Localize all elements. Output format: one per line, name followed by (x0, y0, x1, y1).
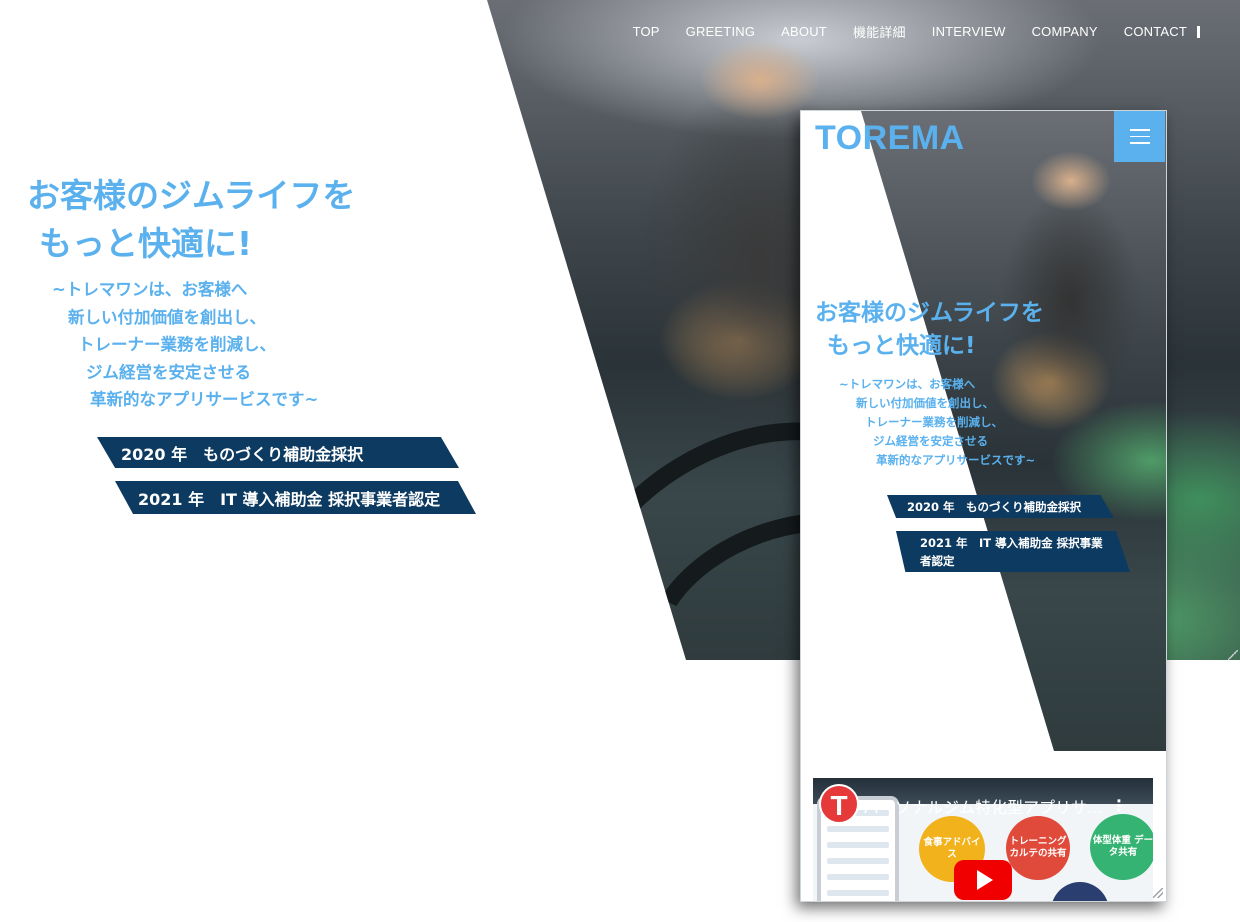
nav-about[interactable]: ABOUT (781, 24, 827, 39)
resize-handle-icon[interactable] (1153, 888, 1163, 898)
nav-greeting[interactable]: GREETING (686, 24, 756, 39)
nav-contact[interactable]: CONTACT (1124, 24, 1187, 39)
mobile-award-badge-2020: 2020 年 ものづくり補助金採択 (887, 495, 1114, 518)
mobile-title-line1: お客様のジムライフを (815, 300, 1044, 326)
channel-logo[interactable]: T (819, 784, 859, 824)
hero-sub-line: 革新的なアプリサービスです~ (90, 390, 319, 409)
hero-title: お客様のジムライフを もっと快適に! (27, 172, 355, 268)
feature-circle-training: トレーニング カルテの共有 (1006, 816, 1070, 880)
hamburger-icon (1129, 142, 1150, 144)
hero-subtitle: ~トレマワンは、お客様へ 新しい付加価値を創出し、 トレーナー業務を削減し、 ジ… (52, 276, 318, 414)
top-navigation: TOP GREETING ABOUT 機能詳細 INTERVIEW COMPAN… (633, 22, 1200, 41)
feature-circle-extra (1051, 882, 1109, 901)
mobile-hero-subtitle: ~トレマワンは、お客様へ 新しい付加価値を創出し、 トレーナー業務を削減し、 ジ… (839, 375, 1035, 470)
nav-divider (1197, 25, 1200, 38)
feature-circle-body-data: 体型体重 データ共有 (1090, 814, 1153, 880)
nav-features[interactable]: 機能詳細 (853, 22, 906, 41)
mobile-sub-line: 新しい付加価値を創出し、 (856, 396, 994, 410)
hero-sub-line: ジム経営を安定させる (86, 362, 251, 382)
hamburger-icon (1129, 135, 1150, 138)
mobile-preview-frame: TOREMA お客様のジムライフを もっと快適に! ~トレマワンは、お客様へ 新… (800, 110, 1167, 902)
hero-sub-line: 新しい付加価値を創出し、 (68, 307, 266, 327)
mobile-title-line2: もっと快適に! (827, 333, 976, 359)
award-badge-2021: 2021 年 IT 導入補助金 採択事業者認定 (115, 481, 476, 514)
hamburger-icon (1129, 129, 1150, 131)
resize-handle-icon[interactable] (1228, 650, 1238, 660)
nav-top[interactable]: TOP (633, 24, 660, 39)
mobile-award-badge-2021: 2021 年 IT 導入補助金 採択事業者認定 (896, 531, 1130, 572)
youtube-video-embed[interactable]: T パーソナルジム特化型アプリサ... ⋮ 食事アドバイス トレーニング カルテ… (813, 778, 1153, 901)
hero-title-line1: お客様のジムライフを (27, 176, 356, 215)
more-options-icon[interactable]: ⋮ (1111, 796, 1127, 815)
video-title[interactable]: パーソナルジム特化型アプリサ... (863, 794, 1102, 818)
mobile-hero-title: お客様のジムライフを もっと快適に! (815, 297, 1044, 363)
mobile-sub-line: トレーナー業務を削減し、 (865, 415, 1003, 429)
hero-sub-line: ~トレマワンは、お客様へ (52, 280, 248, 299)
nav-interview[interactable]: INTERVIEW (932, 24, 1006, 39)
hamburger-menu-button[interactable] (1114, 111, 1165, 162)
torema-logo[interactable]: TOREMA (815, 119, 965, 158)
nav-company[interactable]: COMPANY (1032, 24, 1098, 39)
hero-sub-line: トレーナー業務を削減し、 (78, 335, 276, 354)
play-button-icon[interactable] (954, 860, 1012, 900)
hero-title-line2: もっと快適に! (39, 224, 253, 263)
mobile-sub-line: ジム経営を安定させる (873, 434, 988, 448)
mobile-sub-line: ~トレマワンは、お客様へ (839, 377, 976, 391)
mobile-sub-line: 革新的なアプリサービスです~ (876, 453, 1036, 467)
award-badge-2020: 2020 年 ものづくり補助金採択 (97, 437, 459, 468)
